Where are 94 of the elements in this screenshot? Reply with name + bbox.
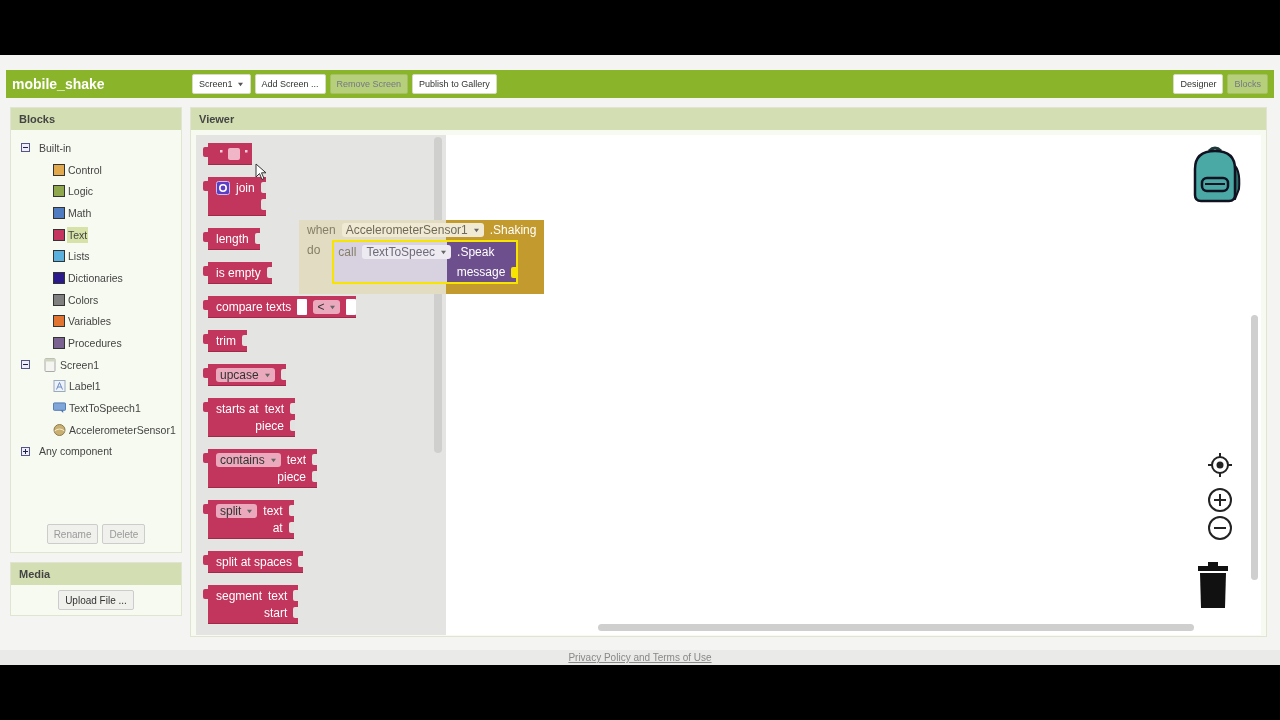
input-socket xyxy=(254,233,260,244)
zoom-in-icon[interactable] xyxy=(1207,487,1233,513)
block-label: call xyxy=(338,245,357,259)
caret-icon xyxy=(263,372,271,378)
speech-bubble-icon xyxy=(53,402,66,415)
tree-item[interactable]: TextToSpeech1 xyxy=(68,400,142,417)
block-label: text xyxy=(268,588,288,603)
input-socket xyxy=(293,590,299,601)
label-component-icon xyxy=(53,380,66,393)
tree-item[interactable]: Dictionaries xyxy=(67,269,124,286)
block-label: do xyxy=(306,242,322,257)
block-label: is empty xyxy=(216,265,261,280)
block-dropdown[interactable]: AccelerometerSensor1 xyxy=(341,223,484,237)
sensor-icon xyxy=(53,423,66,436)
tree-item[interactable]: Logic xyxy=(67,183,95,200)
block-label: starts at xyxy=(216,401,259,416)
tree-item[interactable]: Screen1 xyxy=(59,356,101,373)
caret-icon xyxy=(236,82,244,88)
block-dropdown[interactable]: upcase xyxy=(216,367,275,382)
block-label: .Shaking xyxy=(489,223,537,237)
trash-icon[interactable] xyxy=(1197,562,1229,608)
input-socket xyxy=(290,403,296,414)
input-socket xyxy=(312,471,318,482)
block-label: segment xyxy=(216,588,263,603)
panel-header: Viewer xyxy=(191,108,1266,130)
toggle-icon[interactable] xyxy=(21,143,30,153)
caret-icon xyxy=(246,508,254,514)
input-socket xyxy=(346,298,357,315)
block-label: piece xyxy=(255,418,285,433)
screen-icon xyxy=(44,357,56,372)
tree-item[interactable]: Procedures xyxy=(67,335,123,352)
block-label: text xyxy=(264,401,285,416)
block-label: text xyxy=(263,503,283,518)
block-label: at xyxy=(272,520,283,535)
block-dropdown[interactable]: contains xyxy=(216,452,281,467)
toggle-icon[interactable] xyxy=(21,446,30,456)
toolbar-button[interactable]: Publish to Gallery xyxy=(412,74,497,94)
block-dropdown[interactable]: split xyxy=(216,503,258,518)
tree-item[interactable]: Colors xyxy=(67,291,100,308)
cursor-icon xyxy=(255,163,267,181)
toggle-icon[interactable] xyxy=(21,360,30,370)
caret-icon xyxy=(269,457,277,463)
input-socket xyxy=(260,182,266,193)
caret-icon xyxy=(440,250,448,256)
input-socket xyxy=(297,298,308,315)
input-socket xyxy=(288,505,294,516)
block-label: text xyxy=(286,452,307,467)
screen-dropdown[interactable]: Screen1 xyxy=(192,74,251,94)
tree-item[interactable]: Label1 xyxy=(68,378,102,395)
input-socket xyxy=(293,607,299,618)
caret-icon xyxy=(472,228,480,234)
panel-header: Blocks xyxy=(11,108,181,130)
tree-item[interactable]: AccelerometerSensor1 xyxy=(68,421,177,438)
block-label: message xyxy=(456,265,506,279)
block-label: split at spaces xyxy=(216,554,293,569)
recenter-icon[interactable] xyxy=(1207,452,1233,478)
tree-item[interactable]: Math xyxy=(67,204,93,221)
input-socket xyxy=(511,266,517,278)
block-label: start xyxy=(264,605,288,620)
call-block[interactable]: call TextToSpeec .Speak message xyxy=(332,240,519,284)
tree-item[interactable]: Control xyxy=(67,161,103,178)
block-label: piece xyxy=(277,469,307,484)
block-dropdown[interactable]: < xyxy=(313,299,341,314)
block-label: .Speak xyxy=(457,245,495,259)
project-name: mobile_shake xyxy=(12,76,106,92)
input-socket xyxy=(288,522,294,533)
block-label: length xyxy=(216,231,249,246)
block-label: trim xyxy=(216,333,236,348)
input-socket xyxy=(290,420,296,431)
toolbar-button[interactable]: Add Screen ... xyxy=(254,74,326,94)
input-socket xyxy=(298,556,304,567)
gear-icon[interactable] xyxy=(216,180,230,195)
zoom-out-icon[interactable] xyxy=(1207,515,1233,541)
input-socket xyxy=(242,335,247,346)
view-tab[interactable]: Designer xyxy=(1173,74,1224,94)
input-socket xyxy=(312,454,318,465)
upload-button[interactable]: Upload File ... xyxy=(58,590,134,610)
input-socket xyxy=(280,369,286,380)
tree-item[interactable]: Lists xyxy=(67,248,91,265)
block-label: compare texts xyxy=(216,299,292,314)
tree-item[interactable]: Text xyxy=(67,226,89,243)
input-socket xyxy=(266,267,272,278)
panel-header: Media xyxy=(11,563,181,585)
tree-item[interactable]: Any component xyxy=(38,443,113,460)
caret-icon xyxy=(329,304,337,310)
event-block[interactable]: when AccelerometerSensor1 .Shaking do call TextToSpeec .Speak message xyxy=(299,220,544,294)
input-socket xyxy=(260,199,266,210)
block-label: join xyxy=(236,180,255,195)
block-label: when xyxy=(307,223,336,237)
scrollbar[interactable] xyxy=(598,624,1194,631)
tree-item[interactable]: Built-in xyxy=(38,139,73,156)
block-dropdown[interactable]: TextToSpeec xyxy=(362,245,452,259)
tree-item[interactable]: Variables xyxy=(67,313,112,330)
scrollbar[interactable] xyxy=(1251,315,1258,580)
